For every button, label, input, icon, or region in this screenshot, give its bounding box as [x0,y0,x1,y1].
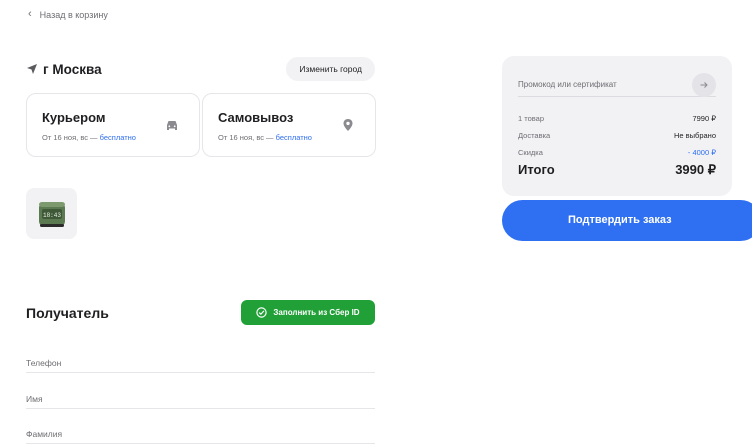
items-value: 7990 ₽ [692,114,716,123]
map-pin-icon [343,119,353,131]
recipient-heading: Получатель [26,305,109,321]
items-label: 1 товар [518,114,545,123]
delivery-value: Не выбрано [674,131,716,140]
items-line: 1 товар 7990 ₽ [518,114,716,123]
sber-button-label: Заполнить из Сбер ID [273,308,360,317]
chevron-left-icon: ‹ [28,8,32,20]
total-label: Итого [518,162,555,177]
order-summary-panel: 1 товар 7990 ₽ Доставка Не выбрано Скидк… [502,56,732,196]
phone-input[interactable] [26,355,375,371]
arrow-right-icon [700,82,708,88]
courier-title: Курьером [42,110,106,125]
discount-label: Скидка [518,148,543,157]
courier-date: От 16 ноя, вс — бесплатно [42,133,136,142]
city-row: г Москва Изменить город [26,57,375,81]
pickup-price: бесплатно [275,133,312,142]
delivery-option-courier[interactable]: Курьером От 16 ноя, вс — бесплатно [26,93,200,157]
phone-field-row [26,353,375,373]
surname-field-row [26,424,375,444]
apply-promo-button[interactable] [692,73,716,97]
change-city-button[interactable]: Изменить город [286,57,375,81]
fill-from-sber-id-button[interactable]: Заполнить из Сбер ID [241,300,375,325]
clock-product-image: 18:43 [38,201,65,227]
city-name: г Москва [43,61,102,77]
svg-text:18:43: 18:43 [42,212,60,219]
location-arrow-icon [27,64,37,74]
total-value: 3990 ₽ [675,162,716,177]
confirm-order-label: Подтвердить заказ [568,214,672,226]
discount-value: - 4000 ₽ [687,148,716,157]
confirm-order-button[interactable]: Подтвердить заказ [502,200,752,241]
delivery-option-pickup[interactable]: Самовывоз От 16 ноя, вс — бесплатно [202,93,376,157]
name-input[interactable] [26,391,375,407]
pickup-date: От 16 ноя, вс — бесплатно [218,133,312,142]
sber-check-icon [256,307,268,318]
pickup-title: Самовывоз [218,110,294,125]
courier-price: бесплатно [99,133,136,142]
total-line: Итого 3990 ₽ [518,162,716,178]
delivery-label: Доставка [518,131,551,140]
promo-code-input[interactable] [518,80,678,89]
promo-row [518,73,716,97]
discount-line: Скидка - 4000 ₽ [518,148,716,157]
delivery-line: Доставка Не выбрано [518,131,716,140]
surname-input[interactable] [26,426,375,442]
name-field-row [26,389,375,409]
back-link-label: Назад в корзину [39,9,108,20]
back-to-cart-link[interactable]: ‹ Назад в корзину [28,9,108,20]
car-icon [167,121,177,130]
product-thumbnail[interactable]: 18:43 [26,188,77,239]
